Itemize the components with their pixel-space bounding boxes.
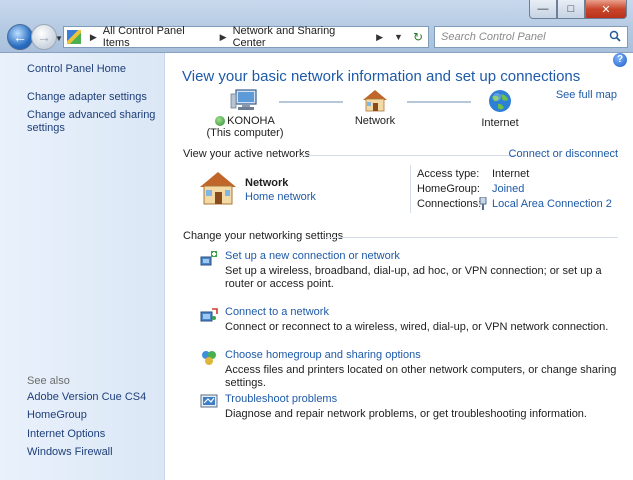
divider: [300, 155, 518, 156]
task-description: Access files and printers located on oth…: [225, 364, 617, 389]
task-title[interactable]: Troubleshoot problems: [225, 393, 337, 405]
map-node-internet[interactable]: Internet: [470, 88, 530, 129]
homegroup-icon: [202, 351, 216, 365]
search-input[interactable]: Search Control Panel: [435, 31, 609, 43]
homegroup-joined-link[interactable]: Joined: [492, 183, 524, 195]
sidebar: Control Panel Home Change adapter settin…: [0, 53, 165, 480]
network-label: Network: [354, 115, 396, 127]
troubleshoot-icon: [200, 394, 218, 408]
minimize-button[interactable]: —: [529, 0, 557, 19]
active-network-name: Network: [245, 177, 289, 189]
local-area-connection-link[interactable]: Local Area Connection 2: [492, 198, 612, 210]
search-icon[interactable]: [609, 30, 627, 45]
home-network-icon: [200, 172, 236, 205]
divider: [326, 237, 618, 238]
connect-or-disconnect-link[interactable]: Connect or disconnect: [509, 148, 618, 160]
task-title[interactable]: Connect to a network: [225, 306, 329, 318]
address-bar[interactable]: ▶ All Control Panel Items ▶ Network and …: [63, 25, 429, 49]
window-controls: — □ ✕: [529, 0, 627, 19]
sidebar-item-windows-firewall[interactable]: Windows Firewall: [27, 446, 113, 459]
sidebar-item-advanced-sharing[interactable]: Change advanced sharing settings: [27, 109, 155, 135]
sidebar-item-homegroup[interactable]: HomeGroup: [27, 409, 87, 422]
access-type-label: Access type:: [417, 168, 480, 180]
breadcrumb-separator-icon[interactable]: ▶: [90, 32, 97, 43]
task-title[interactable]: Set up a new connection or network: [225, 250, 400, 262]
maximize-button[interactable]: □: [557, 0, 585, 19]
control-panel-icon: [67, 30, 81, 44]
breadcrumb-all-items[interactable]: All Control Panel Items: [103, 25, 214, 49]
task-title[interactable]: Choose homegroup and sharing options: [225, 349, 421, 361]
sidebar-item-control-panel-home[interactable]: Control Panel Home: [27, 63, 126, 76]
house-icon: [363, 90, 387, 112]
see-also-heading: See also: [27, 375, 70, 387]
change-settings-heading: Change your networking settings: [183, 230, 344, 242]
title-bar: — □ ✕ ← → ▼ ▶ All Control Panel Items ▶ …: [0, 0, 633, 53]
new-connection-icon: [200, 251, 217, 266]
active-networks-heading: View your active networks: [183, 148, 310, 160]
access-type-value: Internet: [492, 168, 530, 180]
sidebar-item-label: settings: [27, 122, 65, 134]
back-button[interactable]: ←: [7, 24, 33, 50]
refresh-icon[interactable]: ↻: [413, 30, 423, 44]
computer-name: KONOHA: [227, 115, 275, 127]
main-content: ? View your basic network information an…: [165, 53, 633, 480]
task-description: Set up a wireless, broadband, dial-up, a…: [225, 265, 602, 290]
internet-label: Internet: [481, 117, 519, 129]
breadcrumb-network-center[interactable]: Network and Sharing Center: [233, 25, 371, 49]
sidebar-item-change-adapter[interactable]: Change adapter settings: [27, 91, 147, 104]
divider: [410, 165, 411, 213]
connections-label: Connections:: [417, 198, 482, 210]
see-full-map-link[interactable]: See full map: [556, 89, 617, 101]
search-box[interactable]: Search Control Panel: [434, 26, 628, 48]
sidebar-item-adobe-version-cue[interactable]: Adobe Version Cue CS4: [27, 391, 146, 404]
map-node-computer[interactable]: KONOHA (This computer): [205, 88, 285, 139]
computer-icon: [230, 89, 257, 110]
connect-network-icon: [200, 308, 218, 322]
map-node-network[interactable]: Network: [345, 88, 405, 127]
map-link-line: [279, 101, 343, 103]
task-description: Connect or reconnect to a wireless, wire…: [225, 321, 609, 333]
breadcrumb-separator-icon[interactable]: ▶: [376, 32, 383, 43]
breadcrumb-separator-icon[interactable]: ▶: [220, 32, 227, 43]
ethernet-icon: [479, 196, 487, 213]
network-type-link[interactable]: Home network: [245, 191, 316, 203]
address-dropdown-icon[interactable]: ▼: [394, 32, 403, 42]
forward-button[interactable]: →: [31, 24, 57, 50]
page-title: View your basic network information and …: [182, 68, 581, 85]
sidebar-item-internet-options[interactable]: Internet Options: [27, 428, 105, 441]
close-button[interactable]: ✕: [585, 0, 627, 19]
computer-sub-label: (This computer): [206, 127, 284, 139]
recent-pages-dropdown-icon[interactable]: ▼: [55, 34, 63, 43]
task-description: Diagnose and repair network problems, or…: [225, 408, 587, 420]
network-globe-icon: [215, 116, 226, 126]
help-icon[interactable]: ?: [613, 53, 627, 67]
sidebar-item-label: Change advanced sharing: [27, 109, 156, 121]
globe-icon: [489, 90, 511, 112]
map-link-line: [407, 101, 471, 103]
homegroup-label: HomeGroup:: [417, 183, 480, 195]
